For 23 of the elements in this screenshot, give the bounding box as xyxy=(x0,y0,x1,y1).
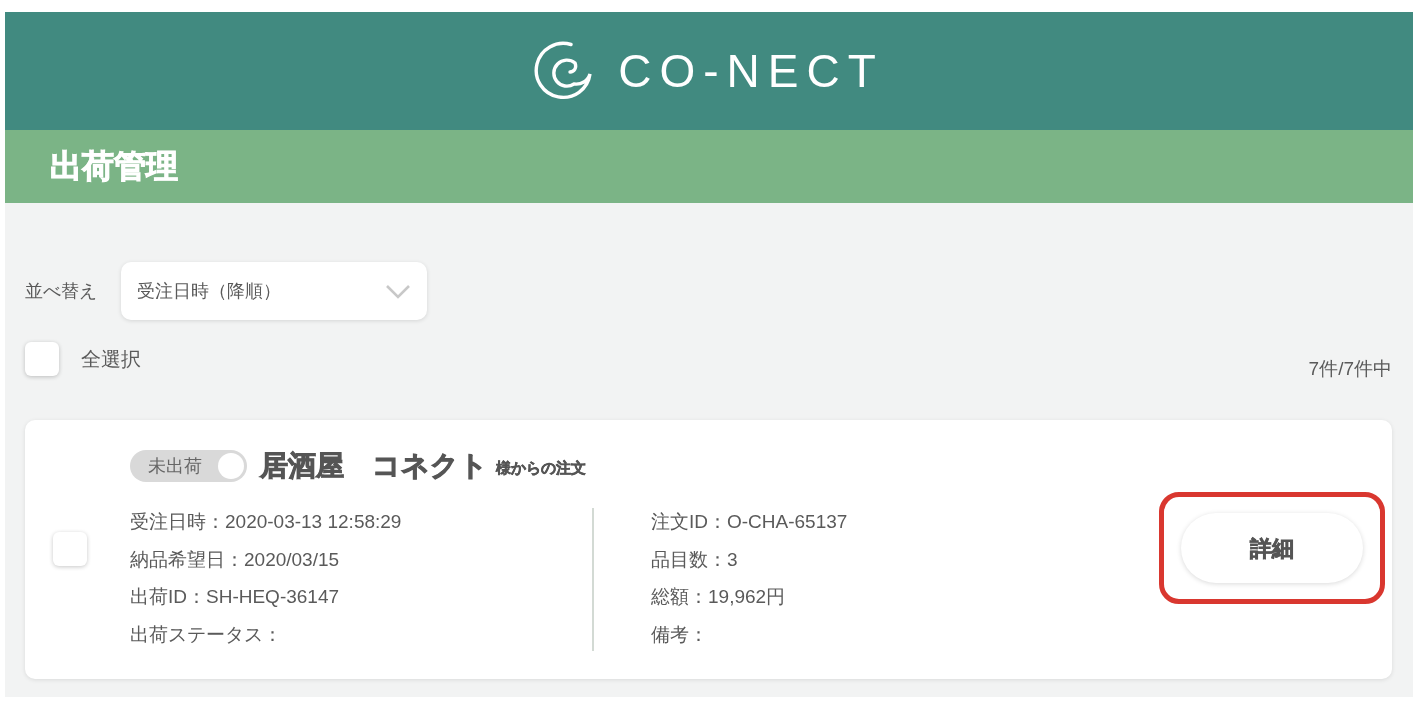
order-detail-text: 備考： xyxy=(651,622,709,647)
page-title: 出荷管理 xyxy=(50,147,178,186)
sort-label: 並べ替え xyxy=(25,279,98,303)
chevron-down-icon xyxy=(385,283,411,299)
order-detail-text: 出荷ステータス： xyxy=(130,622,283,647)
checkbox[interactable] xyxy=(25,342,59,376)
result-count: 7件/7件中 xyxy=(1308,357,1392,381)
toggle-knob-icon xyxy=(218,453,244,480)
order-detail-text: 出荷ID：SH-HEQ-36147 xyxy=(130,585,341,610)
sort-dropdown[interactable]: 受注日時（降順） xyxy=(121,262,427,320)
customer-name: 居酒屋 コネクト xyxy=(260,448,488,483)
checkbox[interactable] xyxy=(53,531,87,566)
order-detail-text: 注文ID：O-CHA-65137 xyxy=(651,510,849,535)
select-all-label: 全選択 xyxy=(81,347,141,372)
logo-text: CO-NECT xyxy=(618,48,884,94)
order-from-label: 様からの注文 xyxy=(496,457,586,478)
order-detail-text: 納品希望日：2020/03/15 xyxy=(130,547,341,572)
order-detail-text: 受注日時：2020-03-13 12:58:29 xyxy=(130,510,403,535)
order-detail-text: 品目数：3 xyxy=(651,547,739,572)
details-button[interactable]: 詳細 xyxy=(1181,513,1363,584)
order-detail-text: 総額：19,962円 xyxy=(651,585,787,610)
logo-icon xyxy=(534,41,595,101)
status-toggle[interactable]: 未出荷 xyxy=(130,450,247,483)
